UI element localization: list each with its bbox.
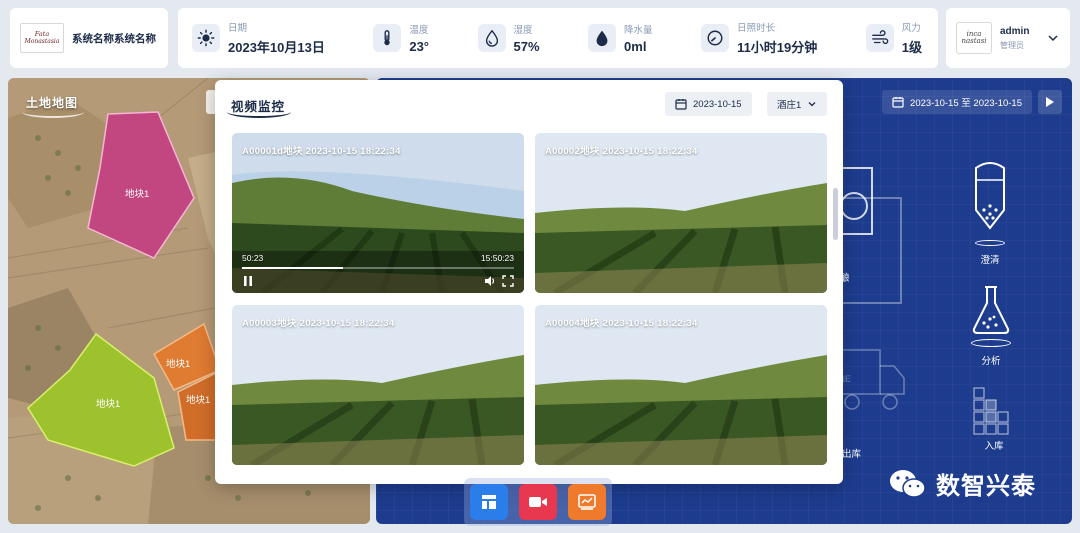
video-tile-4[interactable]: A00004地块 2023-10-15 18:22:34	[535, 305, 827, 465]
weather-value: 2023年10月13日	[228, 40, 325, 55]
weather-label: 降水量	[624, 25, 653, 36]
video-progress-fill	[242, 267, 343, 269]
watermark: 数智兴泰	[888, 466, 1036, 501]
stage-label: 出库	[842, 449, 862, 460]
layout-icon	[482, 495, 496, 509]
vineyard-video-frame	[535, 133, 827, 293]
weather-precipitation: 降水量 0ml	[588, 22, 653, 54]
wechat-icon	[890, 469, 926, 498]
weather-value: 1级	[901, 40, 922, 55]
logo-text-2: Monastasia	[24, 38, 60, 45]
video-title: A00004地块 2023-10-15 18:22:34	[545, 318, 698, 329]
avatar-text-2: nastasi	[961, 37, 987, 45]
thermometer-icon	[373, 24, 402, 52]
date-picker-value: 2023-10-15	[693, 98, 742, 110]
video-title: A00003地块 2023-10-15 18:22:34	[242, 318, 395, 329]
flask-icon	[972, 286, 1010, 334]
date-picker[interactable]: 2023-10-15	[665, 92, 752, 116]
tank-icon	[975, 162, 1005, 230]
video-tile-3[interactable]: A00003地块 2023-10-15 18:22:34	[232, 305, 524, 465]
weather-label: 温度	[409, 25, 429, 36]
stage-base	[971, 339, 1011, 347]
chevron-down-icon	[808, 102, 816, 107]
stage-label: 分析	[981, 356, 1001, 367]
plot-label: 地块1	[96, 399, 121, 410]
plot-label: 地块1	[166, 359, 191, 370]
weather-bar: 日期 2023年10月13日 温度 23° 湿度 57% 降水量 0ml 日照时长 11小…	[178, 8, 938, 68]
bottom-dock	[464, 478, 612, 526]
weather-temperature: 温度 23°	[373, 22, 429, 54]
plot-label: 地块1	[125, 189, 150, 200]
dock-layout-button[interactable]	[470, 484, 508, 520]
pause-icon[interactable]	[242, 275, 254, 287]
logo-text-1: Fata	[34, 30, 50, 38]
weather-label: 湿度	[513, 25, 533, 36]
winery-select-value: 酒庄1	[777, 100, 802, 111]
video-monitor-modal: 视频监控 2023-10-15 酒庄1 A00001d地块 2023-10-15…	[215, 80, 843, 484]
stage-warehouse-in[interactable]: 入库	[970, 386, 1018, 452]
calendar-icon	[675, 99, 687, 110]
video-total: 15:50:23	[480, 253, 514, 263]
watermark-text: 数智兴泰	[936, 473, 1036, 500]
title-underline	[227, 106, 291, 118]
weather-value: 0ml	[624, 39, 647, 54]
title-underline	[22, 106, 84, 118]
weather-value: 23°	[409, 39, 430, 54]
chevron-down-icon[interactable]	[1046, 31, 1060, 45]
user-name: admin	[1000, 25, 1030, 37]
video-elapsed: 50:23	[242, 253, 264, 263]
video-tile-1[interactable]: A00001d地块 2023-10-15 18:22:34 50:23 15:5…	[232, 133, 524, 293]
vineyard-video-frame	[232, 133, 524, 293]
weather-label: 日期	[228, 23, 248, 34]
dock-report-button[interactable]	[568, 484, 606, 520]
vineyard-video-frame	[535, 305, 827, 465]
rain-drop-icon	[588, 24, 617, 52]
stage-clarify[interactable]: 澄清	[970, 158, 1010, 266]
vineyard-video-frame	[232, 305, 524, 465]
dock-video-button[interactable]	[519, 484, 557, 520]
video-tile-2[interactable]: A00002地块 2023-10-15 18:22:34	[535, 133, 827, 293]
stage-label: 入库	[984, 441, 1004, 452]
weather-value: 11小时19分钟	[737, 40, 818, 55]
wind-icon	[865, 24, 894, 52]
weather-value: 57%	[513, 39, 540, 54]
weather-label: 日照时长	[737, 23, 776, 34]
video-title: A00002地块 2023-10-15 18:22:34	[545, 146, 698, 157]
report-icon	[578, 494, 596, 510]
user-role: 管理员	[1000, 40, 1024, 50]
humidity-icon	[477, 24, 506, 52]
video-title: A00001d地块 2023-10-15 18:22:34	[242, 146, 401, 157]
stage-label: 澄清	[980, 255, 1000, 266]
weather-sunshine: 日照时长 11小时19分钟	[701, 20, 817, 56]
system-name: 系统名称系统名称	[72, 32, 156, 45]
video-progress[interactable]	[242, 267, 514, 269]
video-camera-icon	[529, 497, 547, 507]
stage-base	[975, 240, 1005, 246]
weather-label: 风力	[901, 23, 921, 34]
boxes-icon	[973, 387, 1009, 435]
fullscreen-icon[interactable]	[502, 275, 514, 287]
stage-analysis[interactable]: 分析	[968, 283, 1014, 367]
scrollbar[interactable]	[833, 188, 838, 240]
brand-card: Fata Monastasia 系统名称系统名称	[10, 8, 168, 68]
winery-select[interactable]: 酒庄1	[767, 92, 828, 116]
plot-label: 地块1	[186, 395, 211, 406]
weather-date: 日期 2023年10月13日	[192, 20, 325, 56]
user-menu[interactable]: inca nastasi admin 管理员	[946, 8, 1070, 68]
weather-humidity: 湿度 57%	[477, 22, 540, 54]
volume-icon[interactable]	[484, 275, 496, 287]
clock-icon	[701, 24, 730, 52]
sun-icon	[192, 24, 220, 52]
avatar: inca nastasi	[956, 22, 992, 54]
weather-wind: 风力 1级	[865, 20, 922, 56]
brand-logo: Fata Monastasia	[20, 23, 64, 53]
